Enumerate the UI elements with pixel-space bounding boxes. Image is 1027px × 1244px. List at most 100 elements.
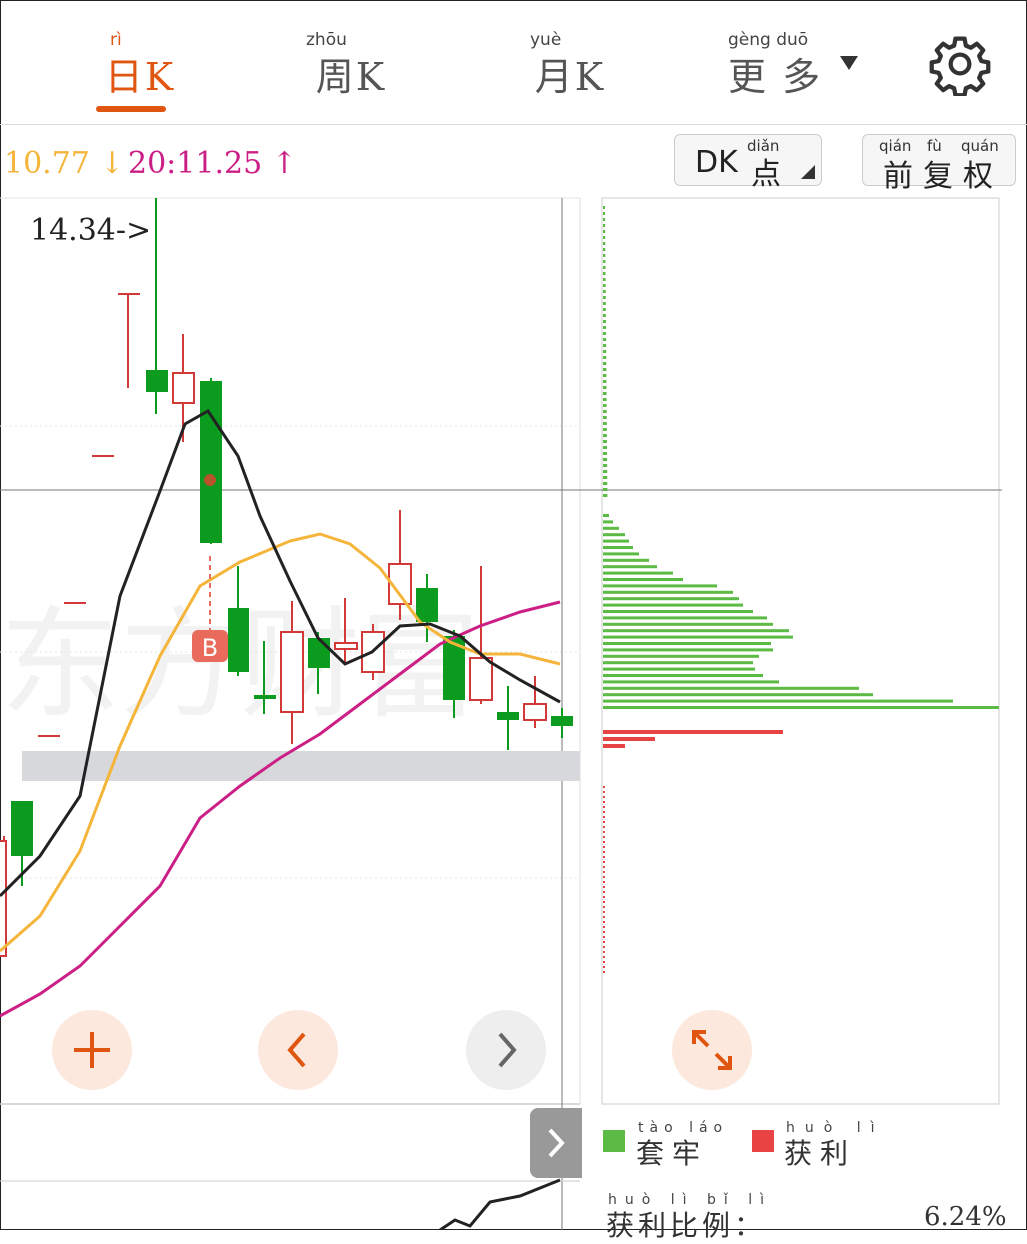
chip-bar [603, 648, 773, 652]
chip-bar [603, 616, 767, 620]
chip-bar [603, 218, 606, 221]
chip-bar [603, 876, 605, 878]
chip-bar [603, 514, 609, 517]
chip-bar [603, 881, 605, 883]
chevron-right-icon [548, 1128, 565, 1158]
dk-label: DK [695, 145, 738, 180]
buy-marker-label: B [202, 634, 218, 662]
chip-bar [603, 578, 683, 581]
chip-bar [603, 374, 607, 377]
chip-bar [603, 916, 605, 918]
tab-daily-k[interactable]: rì 日K [100, 30, 180, 110]
plus-icon [74, 1032, 110, 1068]
chip-bar [603, 266, 606, 269]
tab-label: 周K [315, 55, 387, 99]
ma20-number: 20:11.25 [128, 146, 263, 181]
tab-label: 月K [534, 55, 606, 99]
chip-bar [603, 520, 613, 524]
chip-bar [603, 610, 753, 613]
chip-bar [603, 791, 605, 793]
chip-bar [603, 422, 607, 425]
dk-char: 点 [751, 157, 781, 192]
chip-bar [603, 546, 633, 549]
chip-bar [603, 356, 607, 359]
chip-bar [603, 831, 605, 833]
chip-bar [603, 314, 606, 317]
forward-adjust-button[interactable]: qián fù quán 前复权 [862, 134, 1016, 194]
chip-bar [603, 212, 606, 215]
chip-bar [603, 744, 625, 748]
chip-bar [603, 338, 607, 341]
chip-bar [603, 971, 605, 973]
chip-bar [603, 296, 606, 299]
chip-bar [603, 344, 607, 347]
next-button[interactable] [466, 1010, 546, 1090]
chip-bar [603, 350, 607, 353]
chip-bar [603, 861, 605, 863]
chip-bar [603, 488, 608, 491]
chip-bar [603, 871, 605, 873]
chip-bar [603, 946, 605, 948]
chip-bar [603, 458, 608, 461]
chip-bar [603, 320, 606, 323]
panel-toggle-tab[interactable] [530, 1108, 582, 1178]
candles [0, 198, 573, 957]
chip-bar [603, 558, 649, 562]
dk-point-button[interactable]: DK diǎn 点 [674, 134, 822, 192]
chip-bar [603, 362, 607, 365]
header-divider [0, 124, 1027, 125]
chevron-right-icon [498, 1032, 517, 1068]
chip-bar [603, 278, 606, 281]
fq-label: 前复权 [883, 159, 1003, 194]
dropdown-triangle-icon [840, 56, 858, 70]
tab-more[interactable]: gèng duō 更 多 [728, 30, 868, 110]
chevron-left-icon [287, 1032, 306, 1068]
chip-bar [603, 801, 605, 803]
zoom-in-button[interactable] [52, 1010, 132, 1090]
chip-bar [603, 821, 605, 823]
chip-bar [603, 410, 607, 413]
chip-bar [603, 622, 773, 626]
tab-label: 更 多 [728, 55, 823, 99]
chip-bar [603, 926, 605, 928]
chip-bar [603, 911, 605, 913]
chip-bar [603, 272, 606, 275]
chip-bar [603, 254, 606, 257]
chip-bar [603, 635, 793, 639]
prev-button[interactable] [258, 1010, 338, 1090]
tab-monthly-k[interactable]: yuè 月K [530, 30, 610, 110]
ma10-number: 10.77 [4, 146, 90, 181]
chip-bar [603, 811, 605, 813]
chip-bar [603, 464, 608, 467]
chip-bar [603, 482, 608, 485]
chip-bar [603, 796, 605, 798]
chip-bar [603, 891, 605, 893]
tab-weekly-k[interactable]: zhōu 周K [306, 30, 396, 110]
corner-triangle-icon [801, 165, 815, 179]
chip-bar [603, 248, 606, 251]
gear-icon[interactable] [928, 32, 992, 96]
chip-bar [603, 866, 605, 868]
chip-bar [603, 693, 873, 697]
chip-bar [603, 236, 606, 239]
chip-bar [603, 737, 655, 741]
chip-bar [603, 706, 999, 709]
chip-bar [603, 856, 605, 858]
chip-bar [603, 667, 755, 671]
chip-bar [603, 826, 605, 828]
chip-bar [603, 368, 607, 371]
tab-label: 日K [104, 55, 176, 99]
chip-bar [603, 816, 605, 818]
chip-distribution-chart [600, 197, 1002, 1105]
chip-bar [603, 476, 608, 479]
chip-bars [603, 206, 999, 973]
chip-bar [603, 230, 606, 233]
chip-bar [603, 921, 605, 923]
chip-bar [603, 886, 605, 888]
chip-bar [603, 686, 859, 690]
chip-bar [603, 901, 605, 903]
active-tab-indicator [96, 106, 166, 112]
chip-bar [603, 654, 759, 658]
chip-bar [603, 680, 779, 684]
chip-bar [603, 841, 605, 843]
